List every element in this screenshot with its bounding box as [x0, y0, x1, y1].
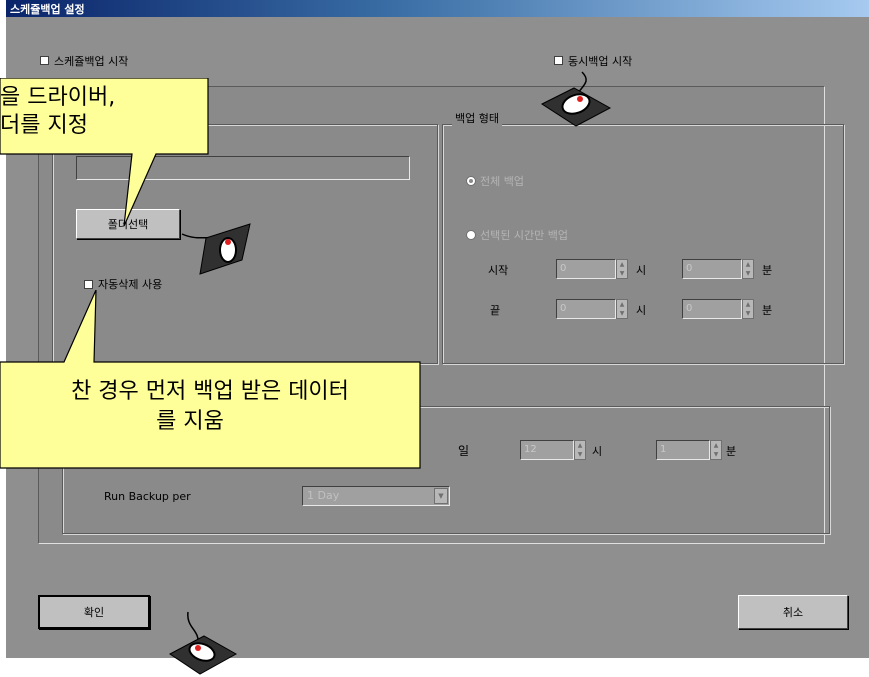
- backup-type-group: [442, 124, 844, 364]
- schedule-minute-spinner[interactable]: ▲ ▼: [710, 440, 722, 460]
- schedule-minute-unit: 분: [726, 445, 737, 458]
- cancel-button[interactable]: 취소: [738, 595, 848, 629]
- start-minute-spinner[interactable]: ▲ ▼: [742, 259, 754, 279]
- selected-time-backup-radio[interactable]: [466, 230, 476, 240]
- end-hour-spinner[interactable]: ▲ ▼: [616, 299, 628, 319]
- ok-button[interactable]: 확인: [38, 595, 150, 629]
- run-backup-select[interactable]: 1 Day ▼: [302, 486, 450, 506]
- end-minute-spinner[interactable]: ▲ ▼: [742, 299, 754, 319]
- chevron-down-icon[interactable]: ▼: [434, 488, 448, 504]
- mouse-icon: [169, 611, 238, 675]
- simultaneous-backup-label: 동시백업 시작: [568, 55, 633, 68]
- schedule-backup-label: 스케쥴백업 시작: [54, 55, 129, 68]
- callout-folder: 을 드라이버, 더를 지정: [0, 78, 210, 227]
- start-label: 시작: [488, 264, 509, 277]
- end-minute-input[interactable]: 0: [682, 299, 742, 319]
- window-title: 스케쥴백업 설정: [10, 3, 85, 16]
- start-hour-unit: 시: [636, 264, 647, 277]
- auto-delete-checkbox[interactable]: [84, 280, 93, 289]
- callout-auto-delete: 찬 경우 먼저 백업 받은 데이터 를 지움: [0, 290, 422, 472]
- schedule-backup-checkbox[interactable]: [40, 56, 49, 65]
- full-backup-label: 전체 백업: [480, 175, 524, 188]
- backup-type-title: 백업 형태: [452, 110, 502, 126]
- day-label: 일: [458, 444, 470, 458]
- start-minute-unit: 분: [762, 264, 773, 277]
- run-backup-value: 1 Day: [307, 489, 340, 502]
- start-hour-input[interactable]: 0: [556, 259, 616, 279]
- schedule-minute-input[interactable]: 1: [656, 440, 710, 460]
- callout-folder-line2: 더를 지정: [0, 113, 88, 138]
- end-hour-unit: 시: [636, 304, 647, 317]
- schedule-hour-unit: 시: [592, 445, 603, 458]
- mouse-icon: [540, 71, 612, 127]
- schedule-hour-input[interactable]: 12: [520, 440, 574, 460]
- selected-time-backup-label: 선택된 시간만 백업: [480, 229, 568, 242]
- callout-auto-delete-line2: 를 지움: [156, 409, 224, 434]
- end-label: 끝: [490, 304, 501, 317]
- start-minute-input[interactable]: 0: [682, 259, 742, 279]
- full-backup-radio[interactable]: [466, 176, 476, 186]
- run-backup-label: Run Backup per: [104, 490, 191, 503]
- callout-auto-delete-line1: 찬 경우 먼저 백업 받은 데이터: [71, 379, 349, 404]
- start-hour-spinner[interactable]: ▲ ▼: [616, 259, 628, 279]
- title-bar: 스케쥴백업 설정: [6, 0, 869, 17]
- end-hour-input[interactable]: 0: [556, 299, 616, 319]
- end-minute-unit: 분: [762, 304, 773, 317]
- simultaneous-backup-checkbox[interactable]: [554, 56, 563, 65]
- schedule-hour-spinner[interactable]: ▲ ▼: [574, 440, 586, 460]
- callout-folder-line1: 을 드라이버,: [0, 85, 116, 110]
